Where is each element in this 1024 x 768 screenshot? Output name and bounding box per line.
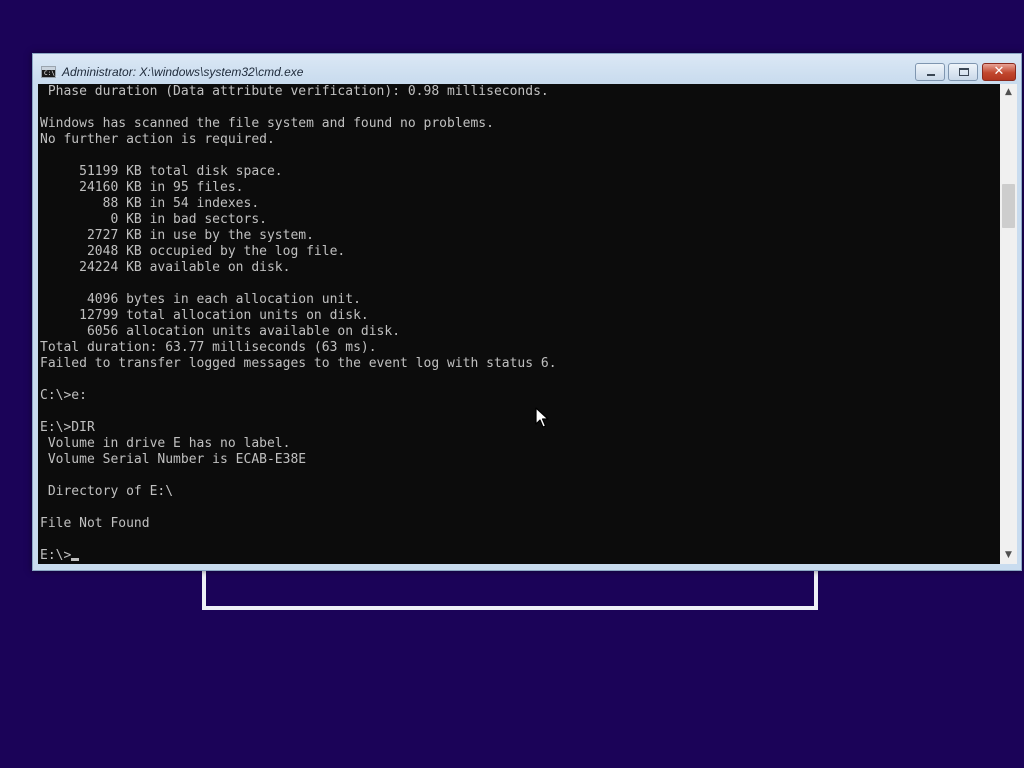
minimize-button[interactable] bbox=[915, 63, 945, 81]
console-line: Volume Serial Number is ECAB-E38E bbox=[40, 452, 307, 467]
console-line: Directory of E:\ bbox=[40, 484, 174, 499]
console-line: Volume in drive E has no label. bbox=[40, 436, 291, 451]
prompt-text: E:\> bbox=[40, 548, 72, 563]
scroll-up-arrow-icon[interactable]: ▲ bbox=[1000, 84, 1017, 101]
console-line: E:\>DIR bbox=[40, 420, 95, 435]
console-text: Phase duration (Data attribute verificat… bbox=[38, 84, 1000, 548]
console-line: 12799 total allocation units on disk. bbox=[40, 308, 369, 323]
cmd-window[interactable]: C:\_ Administrator: X:\windows\system32\… bbox=[32, 53, 1022, 571]
scrollbar-thumb[interactable] bbox=[1002, 184, 1015, 228]
console-line: Total duration: 63.77 milliseconds (63 m… bbox=[40, 340, 377, 355]
close-icon: ✕ bbox=[993, 64, 1005, 79]
text-cursor bbox=[71, 558, 80, 561]
window-title: Administrator: X:\windows\system32\cmd.e… bbox=[62, 65, 304, 79]
restore-button[interactable] bbox=[948, 63, 978, 81]
mouse-pointer-icon bbox=[535, 407, 549, 428]
console-line: 24160 KB in 95 files. bbox=[40, 180, 244, 195]
console-line: 2727 KB in use by the system. bbox=[40, 228, 314, 243]
command-prompt[interactable]: E:\> bbox=[38, 548, 1000, 564]
console-line: Failed to transfer logged messages to th… bbox=[40, 356, 557, 371]
console-line: 88 KB in 54 indexes. bbox=[40, 196, 260, 211]
scroll-down-arrow-icon[interactable]: ▼ bbox=[1000, 547, 1017, 564]
console-line: Phase duration (Data attribute verificat… bbox=[40, 84, 549, 99]
console-line: 2048 KB occupied by the log file. bbox=[40, 244, 346, 259]
console-line: 4096 bytes in each allocation unit. bbox=[40, 292, 361, 307]
console-line: 24224 KB available on disk. bbox=[40, 260, 291, 275]
console-line: 0 KB in bad sectors. bbox=[40, 212, 267, 227]
vertical-scrollbar[interactable]: ▲ ▼ bbox=[1000, 84, 1017, 564]
console-line: 51199 KB total disk space. bbox=[40, 164, 283, 179]
cmd-icon[interactable]: C:\_ bbox=[41, 66, 59, 78]
console-line: 6056 allocation units available on disk. bbox=[40, 324, 401, 339]
console-line: C:\>e: bbox=[40, 388, 87, 403]
restore-icon bbox=[959, 68, 969, 76]
title-bar[interactable]: C:\_ Administrator: X:\windows\system32\… bbox=[33, 54, 1021, 84]
console-line: Windows has scanned the file system and … bbox=[40, 116, 494, 131]
close-button[interactable]: ✕ bbox=[982, 63, 1016, 81]
minimize-icon bbox=[927, 74, 935, 76]
console-line: File Not Found bbox=[40, 516, 150, 531]
console-line: No further action is required. bbox=[40, 132, 275, 147]
console-output[interactable]: Phase duration (Data attribute verificat… bbox=[38, 84, 1000, 564]
cmd-icon-text: C:\_ bbox=[44, 70, 59, 77]
